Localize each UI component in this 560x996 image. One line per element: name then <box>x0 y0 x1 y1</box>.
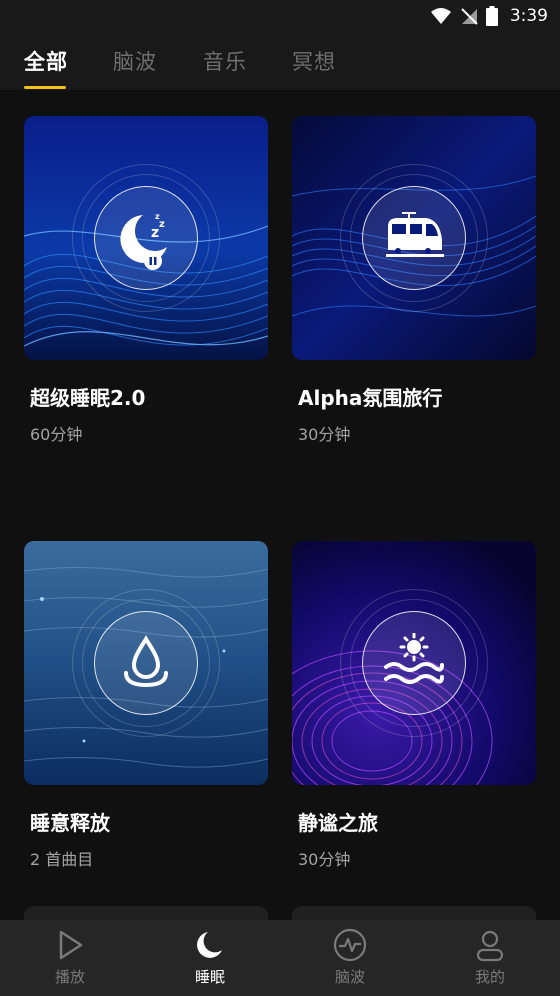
train-icon <box>362 186 466 290</box>
card-sleep-release[interactable]: 睡意释放 2 首曲目 <box>24 541 268 870</box>
card-thumbnail[interactable]: z z z <box>24 116 268 360</box>
nav-label: 睡眠 <box>194 968 225 986</box>
tab-meditation[interactable]: 冥想 <box>292 46 336 76</box>
card-serene-journey[interactable]: 静谧之旅 30分钟 <box>292 541 536 870</box>
card-thumbnail[interactable] <box>292 116 536 360</box>
bottom-navigation: 播放 睡眠 脑波 我的 <box>0 920 560 996</box>
card-title: 超级睡眠2.0 <box>30 386 146 410</box>
card-title: Alpha氛围旅行 <box>298 386 443 410</box>
card-duration: 60分钟 <box>30 425 83 444</box>
status-time: 3:39 <box>509 6 548 26</box>
tab-music[interactable]: 音乐 <box>203 46 247 76</box>
play-icon <box>59 930 83 960</box>
active-tab-indicator <box>24 86 66 89</box>
card-duration: 30分钟 <box>298 850 351 869</box>
nav-profile[interactable]: 我的 <box>420 920 560 996</box>
nav-brainwave[interactable]: 脑波 <box>280 920 420 996</box>
content-grid: z z z 超级睡眠2.0 60分钟 Alpha氛围旅行 30分钟 睡意释放 2… <box>0 90 560 920</box>
battery-icon <box>485 6 498 26</box>
status-bar: 3:39 <box>0 0 560 32</box>
svg-text:z: z <box>159 219 165 230</box>
nav-label: 脑波 <box>334 968 365 986</box>
card-title: 睡意释放 <box>30 811 110 835</box>
moon-icon <box>197 932 222 958</box>
card-super-sleep[interactable]: z z z 超级睡眠2.0 60分钟 <box>24 116 268 445</box>
wifi-icon <box>430 8 451 24</box>
sun-waves-icon <box>362 611 466 715</box>
next-card-peek[interactable] <box>24 906 268 920</box>
card-title: 静谧之旅 <box>298 811 378 835</box>
card-alpha-travel[interactable]: Alpha氛围旅行 30分钟 <box>292 116 536 445</box>
pulse-icon <box>333 928 367 962</box>
user-icon <box>476 930 504 962</box>
nav-label: 播放 <box>54 968 85 986</box>
nav-play[interactable]: 播放 <box>0 920 140 996</box>
category-tabs: 全部 脑波 音乐 冥想 <box>0 32 560 90</box>
svg-text:z: z <box>151 225 159 241</box>
water-drop-icon <box>94 611 198 715</box>
next-card-peek[interactable] <box>292 906 536 920</box>
card-duration: 30分钟 <box>298 425 351 444</box>
tab-brainwave[interactable]: 脑波 <box>113 46 157 76</box>
tab-all[interactable]: 全部 <box>24 46 68 76</box>
nav-sleep[interactable]: 睡眠 <box>140 920 280 996</box>
no-signal-icon <box>461 8 478 25</box>
svg-text:z: z <box>155 212 160 221</box>
moon-sleep-icon: z z z <box>94 186 198 290</box>
card-thumbnail[interactable] <box>24 541 268 785</box>
nav-label: 我的 <box>474 968 505 986</box>
card-thumbnail[interactable] <box>292 541 536 785</box>
card-track-count: 2 首曲目 <box>30 850 94 869</box>
